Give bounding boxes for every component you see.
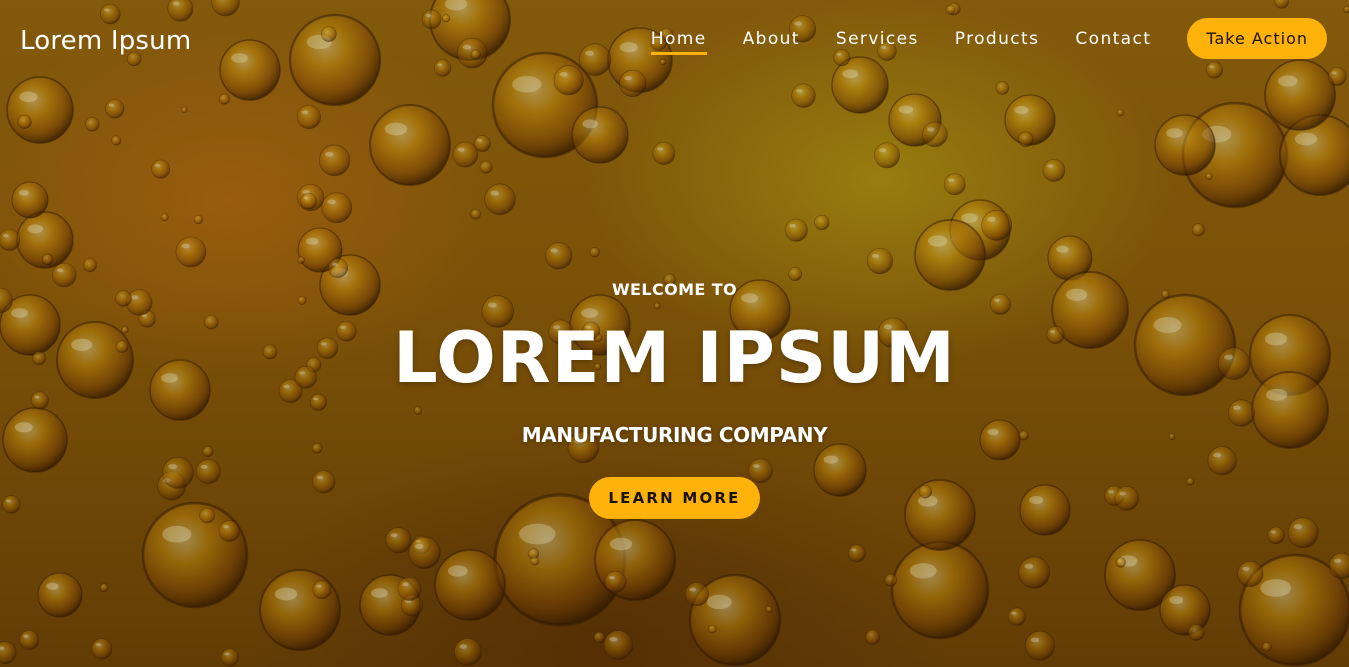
nav-about[interactable]: About [743,19,800,59]
hero-section: Lorem Ipsum Home About Services Products… [0,0,1349,667]
main-nav: Home About Services Products Contact Tak… [650,18,1327,59]
learn-more-button[interactable]: LEARN MORE [589,477,760,519]
site-logo[interactable]: Lorem Ipsum [20,26,191,56]
nav-products[interactable]: Products [955,19,1040,59]
nav-contact[interactable]: Contact [1075,19,1151,59]
hero-content: WELCOME TO LOREM IPSUM MANUFACTURING COM… [0,280,1349,519]
hero-eyebrow: WELCOME TO [611,280,738,299]
nav-home[interactable]: Home [650,19,707,59]
take-action-button[interactable]: Take Action [1187,18,1327,59]
nav-services[interactable]: Services [836,19,919,59]
hero-title: LOREM IPSUM [393,317,956,399]
hero-subtitle: MANUFACTURING COMPANY [521,423,828,447]
